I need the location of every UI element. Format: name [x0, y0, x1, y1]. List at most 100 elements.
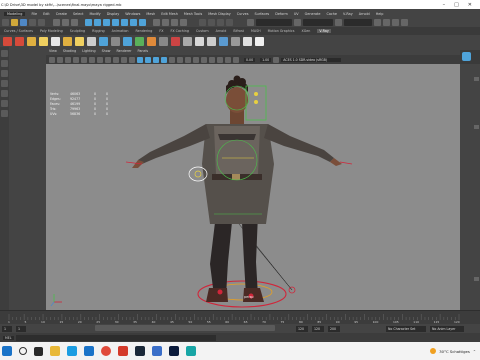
menu-file[interactable]: File: [31, 12, 37, 16]
tab-fx-caching[interactable]: FX Caching: [170, 29, 189, 33]
vray-sphere-icon[interactable]: [243, 36, 252, 46]
symmetry-field[interactable]: [303, 19, 333, 26]
menu-cache[interactable]: Cache: [326, 12, 337, 16]
weather-icon[interactable]: [430, 348, 437, 354]
attribute-editor-icon[interactable]: [383, 19, 390, 26]
maya-icon[interactable]: [186, 346, 196, 356]
menu-surfaces[interactable]: Surfaces: [255, 12, 270, 16]
face-control-eye-l[interactable]: [254, 92, 258, 96]
tab-rigging[interactable]: Rigging: [92, 29, 105, 33]
menu-arnold[interactable]: Arnold: [359, 12, 370, 16]
tab-arnold[interactable]: Arnold: [216, 29, 227, 33]
panel-menu-renderer[interactable]: Renderer: [116, 49, 131, 53]
shadows-icon[interactable]: [177, 56, 183, 63]
scale-tool-icon[interactable]: [1, 100, 8, 107]
snap-plane-icon[interactable]: [180, 19, 187, 26]
mask-rendering-icon[interactable]: [130, 19, 137, 26]
tab-sculpting[interactable]: Sculpting: [70, 29, 85, 33]
ipr-render-icon[interactable]: [217, 19, 224, 26]
range-slider[interactable]: [95, 325, 275, 331]
tray-arrow-icon[interactable]: ⌃: [473, 349, 476, 354]
xray-joints-icon[interactable]: [233, 56, 239, 63]
tab-vray[interactable]: V-Ray: [317, 29, 331, 33]
tab-fx[interactable]: FX: [159, 29, 163, 33]
playback-start-field[interactable]: 1: [16, 325, 26, 332]
sign-in-field[interactable]: [344, 19, 372, 26]
vray-proxy-icon[interactable]: [99, 36, 108, 46]
animation-end-field[interactable]: 200: [328, 325, 340, 332]
isolate-select-icon[interactable]: [217, 56, 223, 63]
vray-rect-light-icon[interactable]: [75, 36, 84, 46]
search-icon[interactable]: [19, 347, 27, 355]
minimize-icon[interactable]: –: [443, 2, 446, 8]
menu-edit[interactable]: Edit: [43, 12, 50, 16]
elbow-control-l[interactable]: [194, 170, 202, 178]
rotate-tool-icon[interactable]: [1, 90, 8, 97]
vray-mesh-light-icon[interactable]: [87, 36, 96, 46]
command-input[interactable]: [15, 334, 216, 341]
start-time-field[interactable]: 1: [2, 325, 12, 332]
mode-selector[interactable]: Modeling: [4, 11, 26, 16]
color-space-select[interactable]: ACES 1.0 SDR-video (sRGB): [281, 57, 342, 62]
channel-box-icon[interactable]: [401, 19, 408, 26]
foot-control-l[interactable]: [217, 289, 223, 295]
select-by-component-icon[interactable]: [71, 19, 78, 26]
vray-plane-icon[interactable]: [135, 36, 144, 46]
menu-generate[interactable]: Generate: [305, 12, 321, 16]
tab-motion-graphics[interactable]: Motion Graphics: [268, 29, 295, 33]
safe-action-icon[interactable]: [121, 56, 127, 63]
command-language-label[interactable]: MEL: [3, 335, 14, 340]
menu-vray[interactable]: V-Ray: [343, 12, 353, 16]
vray-clipper-icon[interactable]: [195, 36, 204, 46]
menu-select[interactable]: Select: [73, 12, 83, 16]
tab-xgen[interactable]: XGen: [301, 29, 310, 33]
time-slider[interactable]: 1 5 10 15 20 25 30 35 40 45 50 55 60 65 70 75 80 85 90 95 10…: [0, 310, 480, 324]
field-chart-icon[interactable]: [113, 56, 119, 63]
vray-settings-icon[interactable]: [255, 36, 264, 46]
depth-of-field-icon[interactable]: [209, 56, 215, 63]
paint-select-icon[interactable]: [1, 70, 8, 77]
menu-mesh-display[interactable]: Mesh Display: [208, 12, 231, 16]
use-all-lights-icon[interactable]: [169, 56, 175, 63]
weather-text[interactable]: 30°C Schattiges: [439, 349, 470, 354]
menu-mesh-tools[interactable]: Mesh Tools: [184, 12, 202, 16]
wireframe-icon[interactable]: [137, 56, 143, 63]
menu-curves[interactable]: Curves: [237, 12, 249, 16]
media-icon[interactable]: [118, 346, 128, 356]
save-scene-icon[interactable]: [20, 19, 27, 26]
tab-custom[interactable]: Custom: [196, 29, 209, 33]
store-icon[interactable]: [152, 346, 162, 356]
vray-dome-light-icon[interactable]: [51, 36, 60, 46]
vray-displacement-icon[interactable]: [159, 36, 168, 46]
vray-material-icon[interactable]: [147, 36, 156, 46]
tool-settings-icon[interactable]: [392, 19, 399, 26]
safe-title-icon[interactable]: [129, 56, 135, 63]
mask-deformations-icon[interactable]: [112, 19, 119, 26]
edge-icon[interactable]: [67, 346, 77, 356]
render-settings-icon[interactable]: [226, 19, 233, 26]
xray-icon[interactable]: [225, 56, 231, 63]
vray-render-icon[interactable]: [3, 36, 12, 46]
close-icon[interactable]: ✕: [468, 2, 472, 8]
menu-windows[interactable]: Windows: [125, 12, 140, 16]
snap-point-icon[interactable]: [171, 19, 178, 26]
mask-dynamics-icon[interactable]: [121, 19, 128, 26]
playback-end-field[interactable]: 120: [296, 325, 308, 332]
textured-icon[interactable]: [161, 56, 167, 63]
menu-help[interactable]: Help: [376, 12, 384, 16]
mask-joints-icon[interactable]: [85, 19, 92, 26]
mask-misc-icon[interactable]: [139, 19, 146, 26]
redo-icon[interactable]: [38, 19, 45, 26]
smooth-shade-icon[interactable]: [145, 56, 151, 63]
color-management-icon[interactable]: [273, 56, 280, 63]
render-current-frame-icon[interactable]: [208, 19, 215, 26]
anim-layer-select[interactable]: No Anim Layer: [430, 325, 464, 332]
open-scene-icon[interactable]: [11, 19, 18, 26]
vray-sphere-light-icon[interactable]: [63, 36, 72, 46]
face-control-eye-r[interactable]: [254, 100, 258, 104]
vray-camera-icon[interactable]: [231, 36, 240, 46]
menu-mesh[interactable]: Mesh: [146, 12, 155, 16]
vray-ipr-icon[interactable]: [15, 36, 24, 46]
tab-bifrost[interactable]: Bifrost: [233, 29, 244, 33]
snap-grid-icon[interactable]: [153, 19, 160, 26]
